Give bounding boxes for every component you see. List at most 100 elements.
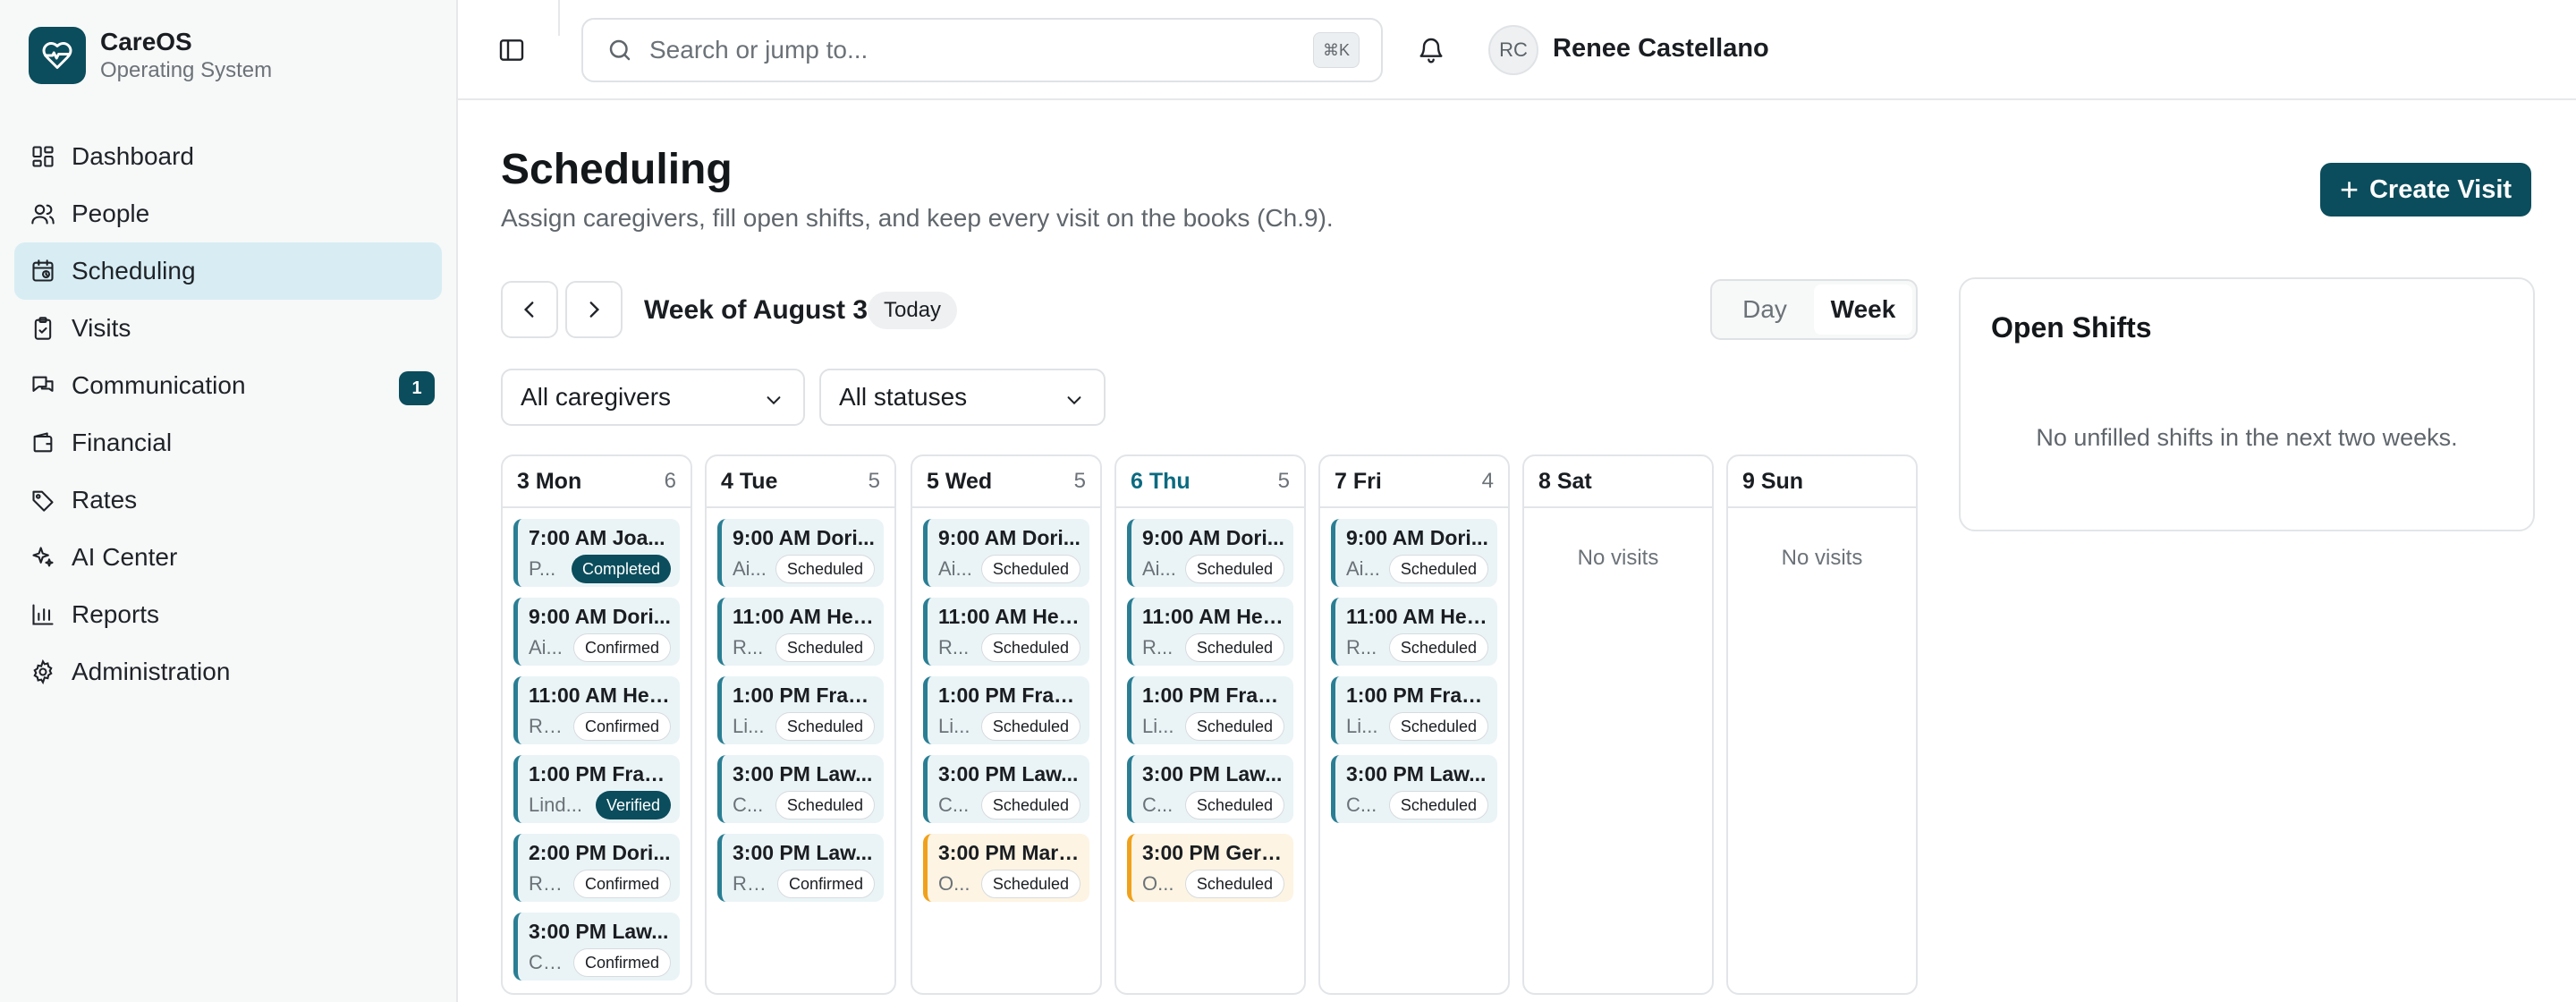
brand[interactable]: CareOS Operating System — [29, 27, 272, 84]
visit-card[interactable]: 11:00 AM Her... R... Scheduled — [923, 598, 1089, 666]
visit-card[interactable]: 11:00 AM Her... Ro... Confirmed — [513, 676, 680, 744]
visit-title: 3:00 PM Law... — [529, 920, 669, 943]
create-visit-button[interactable]: + Create Visit — [2320, 163, 2531, 217]
sidebar-item-administration[interactable]: Administration — [14, 643, 442, 701]
sidebar: CareOS Operating System Dashboard People… — [0, 0, 458, 1002]
sidebar-item-label: Financial — [72, 429, 173, 456]
visit-title: 2:00 PM Dori... — [529, 841, 671, 864]
day-header[interactable]: 6 Thu 5 — [1116, 456, 1304, 508]
sidebar-item-visits[interactable]: Visits — [14, 300, 442, 357]
sidebar-toggle-button[interactable] — [494, 32, 530, 68]
status-badge: Scheduled — [1184, 555, 1284, 583]
sidebar-item-communication[interactable]: Communication 1 — [14, 357, 442, 414]
sidebar-item-dashboard[interactable]: Dashboard — [14, 128, 442, 185]
avatar[interactable]: RC — [1488, 25, 1538, 75]
sidebar-item-people[interactable]: People — [14, 185, 442, 242]
visit-caregiver: Ai... — [733, 557, 767, 580]
day-header[interactable]: 5 Wed 5 — [912, 456, 1100, 508]
status-badge: Scheduled — [775, 712, 875, 741]
notifications-button[interactable] — [1413, 32, 1449, 68]
visit-list: No visits — [1524, 508, 1712, 571]
visit-card[interactable]: 9:00 AM Dori... Ai... Scheduled — [923, 519, 1089, 587]
visit-title: 3:00 PM Gera... — [1142, 841, 1284, 864]
day-view-button[interactable]: Day — [1716, 284, 1814, 335]
sidebar-item-label: Dashboard — [72, 142, 194, 170]
visit-card[interactable]: 1:00 PM Fran... Li... Scheduled — [1127, 676, 1293, 744]
next-week-button[interactable] — [565, 281, 623, 338]
visit-card[interactable]: 9:00 AM Dori... Ai... Confirmed — [513, 598, 680, 666]
visit-card[interactable]: 11:00 AM Her... R... Scheduled — [1127, 598, 1293, 666]
day-header[interactable]: 4 Tue 5 — [707, 456, 894, 508]
visit-caregiver: Ai... — [938, 557, 972, 580]
visit-card[interactable]: 9:00 AM Dori... Ai... Scheduled — [1127, 519, 1293, 587]
visit-card[interactable]: 1:00 PM Fran... Li... Scheduled — [717, 676, 884, 744]
previous-week-button[interactable] — [501, 281, 558, 338]
today-button[interactable]: Today — [868, 292, 958, 329]
visit-title: 1:00 PM Fran... — [733, 684, 875, 707]
user-name[interactable]: Renee Castellano — [1553, 34, 1769, 64]
day-header[interactable]: 3 Mon 6 — [503, 456, 691, 508]
sidebar-item-scheduling[interactable]: Scheduling — [14, 242, 442, 300]
day-header[interactable]: 8 Sat — [1524, 456, 1712, 508]
visit-card[interactable]: 3:00 PM Law... Ca... Confirmed — [513, 913, 680, 981]
day-header[interactable]: 7 Fri 4 — [1320, 456, 1508, 508]
visit-list: 9:00 AM Dori... Ai... Scheduled 11:00 AM He… — [707, 508, 894, 902]
visit-caregiver: Ro... — [733, 872, 772, 895]
visit-card[interactable]: 11:00 AM Her... R... Scheduled — [717, 598, 884, 666]
visit-card[interactable]: 3:00 PM Law... C... Scheduled — [1127, 755, 1293, 823]
visit-card[interactable]: 2:00 PM Dori... Ro... Confirmed — [513, 834, 680, 902]
people-icon — [29, 200, 57, 228]
visit-card[interactable]: 3:00 PM Law... C... Scheduled — [1331, 755, 1497, 823]
status-badge: Verified — [595, 791, 671, 819]
visit-card[interactable]: 3:00 PM Marj... O... Scheduled — [923, 834, 1089, 902]
caregiver-filter-select[interactable]: All caregivers — [501, 369, 805, 426]
day-column: 6 Thu 5 9:00 AM Dori... Ai... Scheduled 11:00… — [1114, 454, 1306, 995]
visit-card[interactable]: 7:00 AM Joa... P... Completed — [513, 519, 680, 587]
visit-title: 7:00 AM Joa... — [529, 526, 665, 549]
visit-card[interactable]: 3:00 PM Law... C... Scheduled — [923, 755, 1089, 823]
visit-title: 11:00 AM Her... — [733, 605, 875, 628]
visit-title: 3:00 PM Law... — [938, 762, 1079, 785]
visit-card[interactable]: 3:00 PM Law... Ro... Confirmed — [717, 834, 884, 902]
brand-name: CareOS — [100, 28, 192, 55]
sidebar-item-label: People — [72, 200, 150, 227]
visit-title: 9:00 AM Dori... — [733, 526, 875, 549]
status-badge: Scheduled — [1388, 633, 1488, 662]
search-input[interactable]: Search or jump to... ⌘K — [581, 18, 1383, 82]
status-badge: Confirmed — [572, 712, 671, 741]
visit-card[interactable]: 1:00 PM Fran... Lind... Verified — [513, 755, 680, 823]
status-badge: Scheduled — [1184, 791, 1284, 819]
visit-title: 3:00 PM Law... — [733, 841, 873, 864]
visit-caregiver: P... — [529, 557, 556, 580]
visit-title: 1:00 PM Fran... — [529, 762, 671, 785]
week-view-button[interactable]: Week — [1814, 284, 1912, 335]
create-visit-label: Create Visit — [2368, 174, 2512, 204]
visit-list: 7:00 AM Joa... P... Completed 9:00 AM Dori.… — [503, 508, 691, 981]
visit-card[interactable]: 3:00 PM Law... C... Scheduled — [717, 755, 884, 823]
sidebar-item-ai-center[interactable]: AI Center — [14, 529, 442, 586]
page-subtitle: Assign caregivers, fill open shifts, and… — [501, 204, 1334, 232]
sidebar-item-financial[interactable]: Financial — [14, 414, 442, 471]
visit-card[interactable]: 11:00 AM Her... R... Scheduled — [1331, 598, 1497, 666]
page-title: Scheduling — [501, 146, 733, 193]
visit-title: 1:00 PM Fran... — [1346, 684, 1488, 707]
status-filter-select[interactable]: All statuses — [819, 369, 1106, 426]
visit-card[interactable]: 9:00 AM Dori... Ai... Scheduled — [1331, 519, 1497, 587]
visit-card[interactable]: 3:00 PM Gera... O... Scheduled — [1127, 834, 1293, 902]
visit-caregiver: Ai... — [1142, 557, 1176, 580]
visit-card[interactable]: 1:00 PM Fran... Li... Scheduled — [923, 676, 1089, 744]
visit-count: 4 — [1481, 469, 1494, 493]
visit-count: 5 — [1073, 469, 1086, 493]
gear-icon — [29, 658, 57, 686]
sparkles-icon — [29, 543, 57, 572]
sidebar-item-rates[interactable]: Rates — [14, 471, 442, 529]
visit-card[interactable]: 1:00 PM Fran... Li... Scheduled — [1331, 676, 1497, 744]
visit-caregiver: Ca... — [529, 951, 568, 973]
day-header[interactable]: 9 Sun — [1728, 456, 1916, 508]
day-column: 5 Wed 5 9:00 AM Dori... Ai... Scheduled 11:00… — [911, 454, 1102, 995]
sidebar-item-reports[interactable]: Reports — [14, 586, 442, 643]
visit-card[interactable]: 9:00 AM Dori... Ai... Scheduled — [717, 519, 884, 587]
sidebar-item-label: Scheduling — [72, 257, 196, 284]
no-visits-message: No visits — [1577, 546, 1659, 570]
day-column: 3 Mon 6 7:00 AM Joa... P... Completed 9:00 AM… — [501, 454, 692, 995]
